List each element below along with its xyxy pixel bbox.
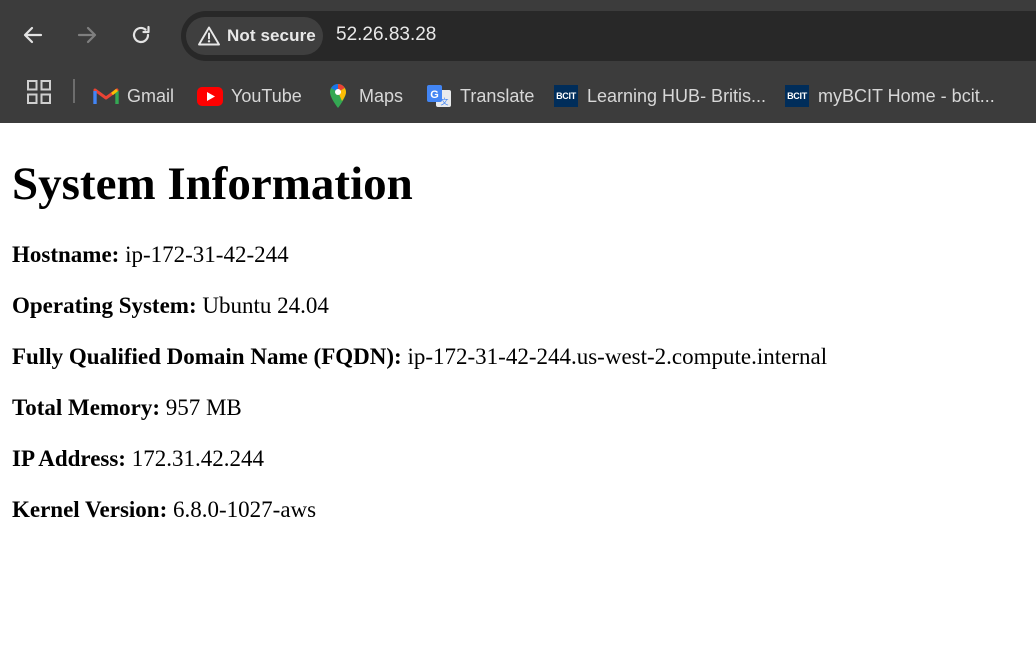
browser-chrome: Not secure 52.26.83.28 Gmail YouTube Map… [0, 0, 1036, 123]
warning-icon [198, 26, 220, 46]
info-row-ip: IP Address: 172.31.42.244 [12, 445, 264, 473]
security-label: Not secure [227, 26, 316, 45]
info-row-fqdn: Fully Qualified Domain Name (FQDN): ip-1… [12, 343, 827, 371]
url-text[interactable]: 52.26.83.28 [336, 24, 436, 46]
translate-icon: G 文 [426, 83, 452, 109]
youtube-icon [197, 83, 223, 109]
field-label: Operating System: [12, 293, 197, 318]
bookmark-label: Maps [359, 85, 404, 106]
bookmark-translate[interactable]: G 文 Translate [426, 78, 534, 114]
field-label: Fully Qualified Domain Name (FQDN): [12, 344, 402, 369]
arrow-left-icon [23, 26, 43, 44]
arrow-right-icon [77, 26, 97, 44]
field-value: 172.31.42.244 [131, 446, 264, 471]
field-value: ip-172-31-42-244.us-west-2.compute.inter… [407, 344, 828, 369]
field-value: 6.8.0-1027-aws [173, 497, 317, 522]
forward-button[interactable] [69, 17, 105, 53]
address-bar[interactable]: Not secure 52.26.83.28 [181, 11, 1036, 61]
field-label: Total Memory: [12, 395, 160, 420]
page-title: System Information [12, 158, 413, 210]
bcit-logo-icon: BCIT [553, 83, 579, 109]
info-row-os: Operating System: Ubuntu 24.04 [12, 292, 329, 320]
bookmark-label: myBCIT Home - bcit... [818, 85, 995, 106]
info-row-kernel: Kernel Version: 6.8.0-1027-aws [12, 496, 316, 524]
reload-button[interactable] [123, 17, 159, 53]
svg-text:文: 文 [441, 97, 449, 107]
bcit-logo-icon: BCIT [784, 83, 810, 109]
field-label: Kernel Version: [12, 497, 168, 522]
bookmark-label: Gmail [127, 85, 175, 106]
bookmark-gmail[interactable]: Gmail [93, 78, 174, 114]
back-button[interactable] [15, 17, 51, 53]
field-value: ip-172-31-42-244 [125, 242, 289, 267]
info-row-hostname: Hostname: ip-172-31-42-244 [12, 241, 289, 269]
gmail-icon [93, 83, 119, 109]
bookmark-label: Learning HUB- Britis... [587, 85, 767, 106]
field-label: IP Address: [12, 446, 126, 471]
maps-pin-icon [325, 83, 351, 109]
info-row-memory: Total Memory: 957 MB [12, 394, 242, 422]
bookmark-label: Translate [460, 85, 535, 106]
bookmark-label: YouTube [231, 85, 302, 106]
field-value: 957 MB [165, 395, 242, 420]
bookmark-mybcit[interactable]: BCIT myBCIT Home - bcit... [784, 78, 995, 114]
security-chip[interactable]: Not secure [186, 17, 323, 55]
browser-toolbar: Not secure 52.26.83.28 [0, 0, 1036, 70]
page-content: System Information [0, 157, 1036, 211]
bookmark-learning-hub[interactable]: BCIT Learning HUB- Britis... [553, 78, 766, 114]
field-value: Ubuntu 24.04 [202, 293, 329, 318]
svg-text:G: G [430, 89, 439, 101]
bookmark-maps[interactable]: Maps [325, 78, 403, 114]
bookmark-youtube[interactable]: YouTube [197, 78, 302, 114]
field-label: Hostname: [12, 242, 120, 267]
bookmarks-bar: Gmail YouTube Maps G 文 Translate BCIT Le… [0, 70, 1036, 123]
reload-icon [132, 25, 150, 44]
